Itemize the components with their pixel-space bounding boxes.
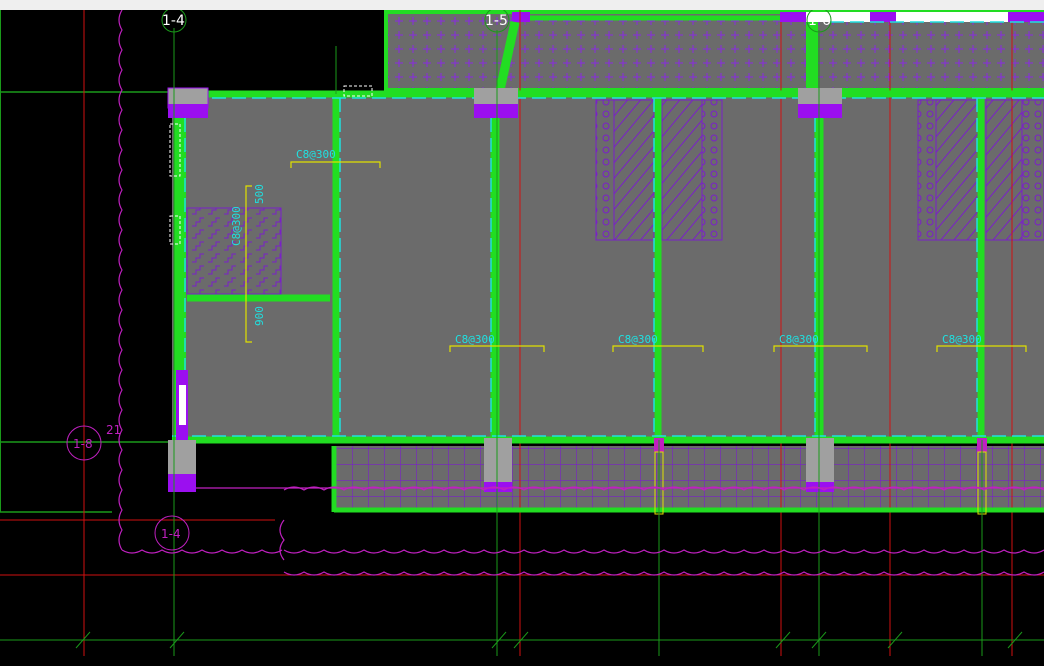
rebar-label-4: C8@300 bbox=[779, 333, 819, 346]
grid-label-1-5: 1-5 bbox=[485, 13, 508, 29]
rebar-label-3: C8@300 bbox=[618, 333, 658, 346]
rebar-label-5: C8@300 bbox=[942, 333, 982, 346]
bottom-tile-strip bbox=[332, 446, 1044, 510]
grid-label-1-4: 1-4 bbox=[162, 13, 185, 29]
grid-label-21: 21 bbox=[106, 423, 121, 437]
top-strip bbox=[0, 0, 1044, 10]
rebar-label-2: C8@300 bbox=[455, 333, 495, 346]
dim-900: 900 bbox=[253, 306, 266, 326]
cad-drawing-canvas[interactable]: 1-4 1-5 1-6 1-8 1-4 21 C8@300 C8@300 C8@… bbox=[0, 10, 1044, 666]
grid-label-1-6: 1-6 bbox=[808, 13, 831, 29]
rebar-label-1: C8@300 bbox=[296, 148, 336, 161]
dim-500: 500 bbox=[253, 184, 266, 204]
rebar-label-6: C8@300 bbox=[230, 206, 243, 246]
grid-label-1-4-lower: 1-4 bbox=[161, 527, 181, 541]
grid-label-1-8: 1-8 bbox=[73, 437, 93, 451]
